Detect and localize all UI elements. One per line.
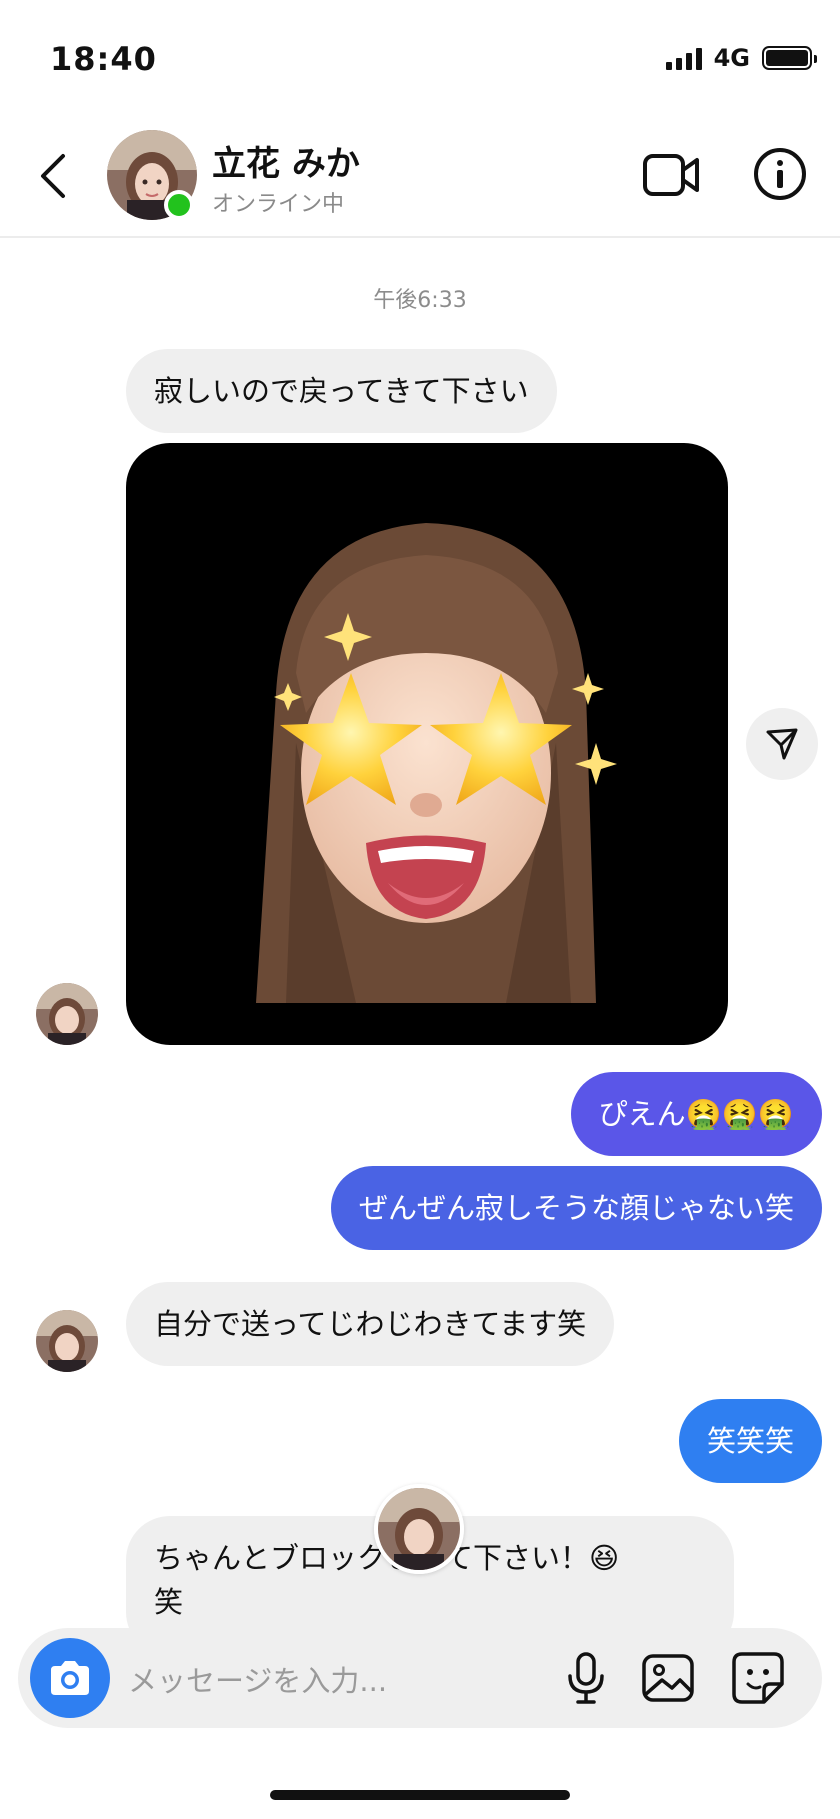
chevron-left-icon — [41, 154, 65, 198]
message-line: 笑 — [154, 1585, 184, 1619]
contact-avatar-small[interactable] — [36, 1310, 98, 1372]
battery-icon — [762, 46, 817, 70]
camera-button[interactable] — [30, 1638, 110, 1718]
info-button[interactable] — [752, 146, 808, 202]
gallery-button[interactable] — [640, 1650, 696, 1706]
back-button[interactable] — [30, 146, 74, 206]
home-indicator[interactable] — [270, 1790, 570, 1800]
contact-status: オンライン中 — [212, 192, 345, 217]
network-label: 4G — [713, 44, 750, 72]
sticker-icon — [732, 1652, 784, 1704]
camera-icon — [51, 1661, 89, 1695]
status-bar: 18:40 4G — [0, 0, 840, 110]
share-button[interactable] — [746, 708, 818, 780]
message-input[interactable]: メッセージを入力... — [128, 1658, 387, 1700]
message-input-bar: メッセージを入力... — [18, 1628, 822, 1728]
memoji-sticker[interactable] — [126, 443, 728, 1045]
chat-timestamp: 午後6:33 — [373, 288, 467, 313]
image-icon — [642, 1654, 694, 1702]
status-indicators: 4G — [665, 44, 817, 72]
video-camera-icon — [643, 154, 699, 196]
outgoing-message[interactable]: ぴえん🤮🤮🤮 — [570, 1072, 822, 1156]
contact-avatar-small[interactable] — [36, 983, 98, 1045]
microphone-button[interactable] — [558, 1650, 614, 1706]
incoming-message[interactable]: 自分で送ってじわじわきてます笑 — [126, 1282, 615, 1366]
outgoing-message[interactable]: ぜんぜん寂しそうな顔じゃない笑 — [330, 1166, 822, 1250]
info-icon — [754, 148, 806, 200]
sticker-button[interactable] — [730, 1650, 786, 1706]
microphone-icon — [568, 1652, 604, 1704]
online-indicator — [164, 190, 194, 220]
contact-name[interactable]: 立花 みか — [212, 136, 360, 185]
outgoing-message[interactable]: 笑笑笑 — [678, 1399, 822, 1483]
incoming-message[interactable]: 寂しいので戻ってきて下さい — [126, 349, 557, 433]
chat-header: 立花 みか オンライン中 — [0, 110, 840, 238]
paper-plane-icon — [766, 728, 798, 760]
status-time: 18:40 — [50, 40, 157, 78]
signal-icon — [665, 46, 702, 70]
read-receipt-avatar — [374, 1484, 464, 1574]
video-call-button[interactable] — [642, 150, 700, 200]
